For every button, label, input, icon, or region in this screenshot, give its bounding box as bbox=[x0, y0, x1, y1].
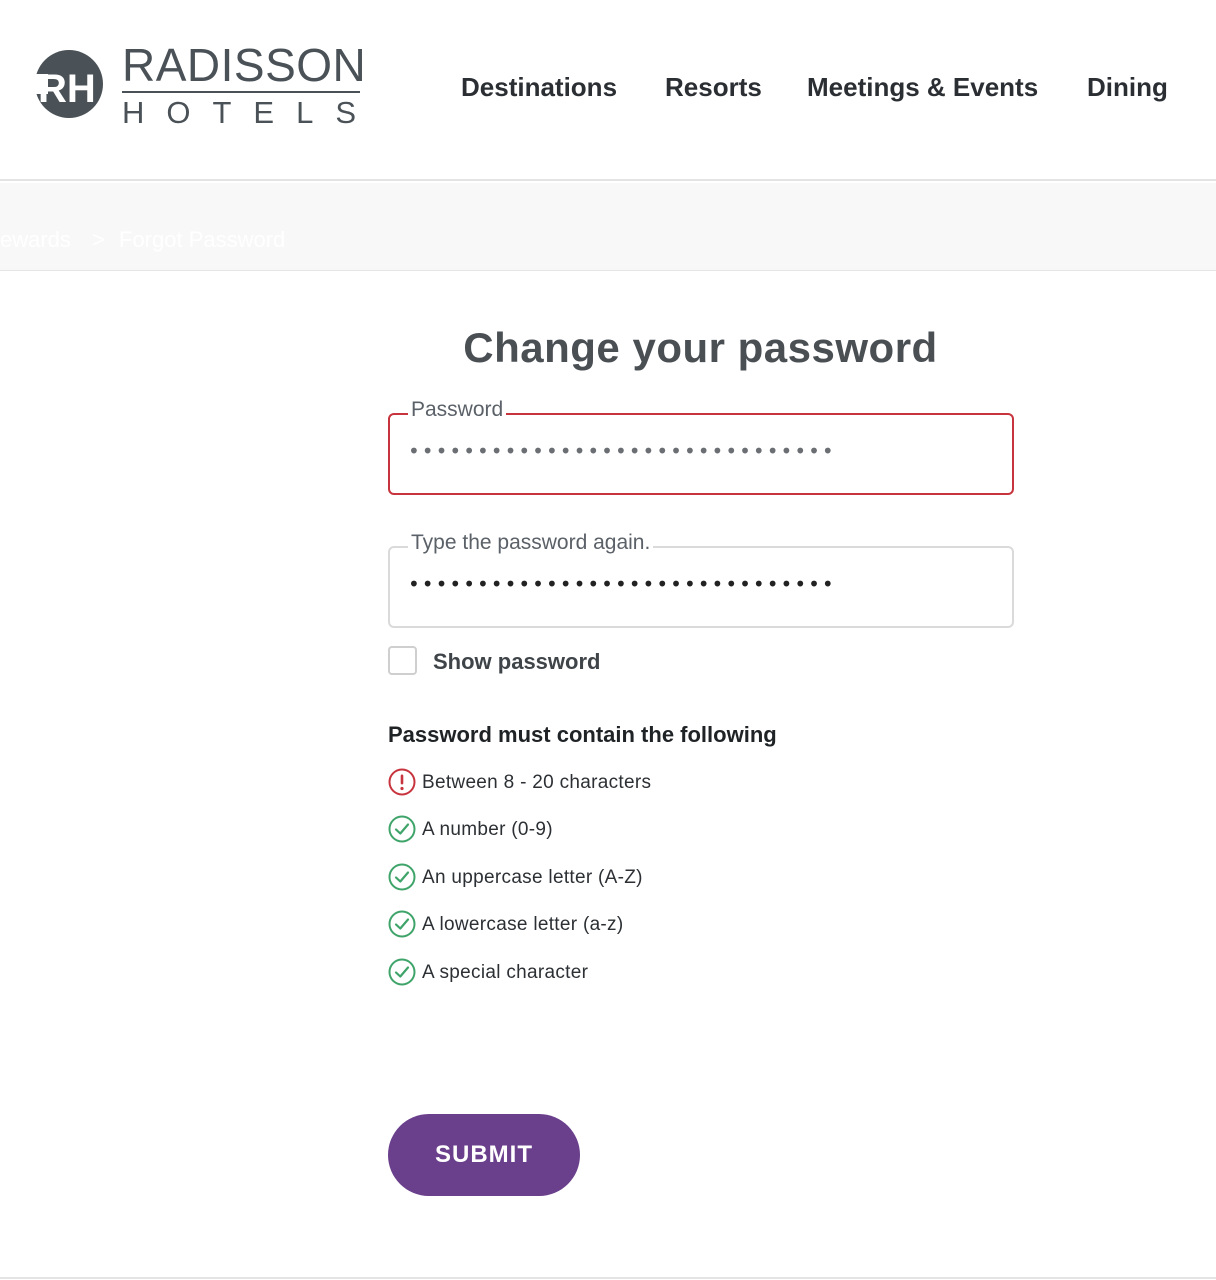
footer-divider bbox=[0, 1277, 1216, 1279]
confirm-password-field: Type the password again. bbox=[388, 531, 1014, 628]
confirm-password-label: Type the password again. bbox=[408, 531, 654, 555]
requirement-text: A lowercase letter (a-z) bbox=[422, 914, 624, 936]
requirement-text: A special character bbox=[422, 961, 589, 983]
show-password-checkbox[interactable] bbox=[388, 646, 417, 675]
requirements-list: Between 8 - 20 characters A number (0-9)… bbox=[388, 768, 888, 1005]
check-circle-icon bbox=[388, 863, 416, 891]
logo-subtitle: HOTELS bbox=[122, 95, 379, 130]
svg-text:RH: RH bbox=[38, 67, 96, 111]
requirement-text: A number (0-9) bbox=[422, 819, 553, 841]
page-title: Change your password bbox=[463, 324, 938, 371]
check-circle-icon bbox=[388, 958, 416, 986]
nav-resorts[interactable]: Resorts bbox=[665, 72, 762, 103]
submit-button[interactable]: SUBMIT bbox=[388, 1114, 580, 1196]
password-input[interactable] bbox=[408, 439, 968, 463]
requirements-title: Password must contain the following bbox=[388, 722, 777, 747]
exclamation-circle-icon bbox=[388, 768, 416, 796]
check-circle-icon bbox=[388, 815, 416, 843]
requirement-item: A special character bbox=[388, 958, 888, 1005]
breadcrumb: ewards > Forgot Password bbox=[0, 183, 1216, 271]
nav-meetings-events[interactable]: Meetings & Events bbox=[807, 72, 1038, 103]
rh-logo-icon: RH bbox=[34, 50, 103, 118]
requirement-item: An uppercase letter (A-Z) bbox=[388, 863, 888, 910]
requirement-item: A number (0-9) bbox=[388, 815, 888, 862]
breadcrumb-item-rewards[interactable]: ewards bbox=[0, 227, 71, 253]
nav-destinations[interactable]: Destinations bbox=[461, 72, 617, 103]
check-circle-icon bbox=[388, 910, 416, 938]
password-field: Password bbox=[388, 398, 1014, 495]
requirement-text: An uppercase letter (A-Z) bbox=[422, 866, 643, 888]
radisson-hotels-logo[interactable]: RH RADISSON HOTELS bbox=[34, 39, 379, 130]
logo-wordmark: RADISSON bbox=[122, 39, 367, 91]
site-header: RH RADISSON HOTELS Destinations Resorts … bbox=[0, 0, 1216, 181]
show-password-label[interactable]: Show password bbox=[433, 649, 600, 675]
logo-divider bbox=[122, 91, 360, 93]
requirement-item: Between 8 - 20 characters bbox=[388, 768, 888, 815]
requirement-text: Between 8 - 20 characters bbox=[422, 772, 652, 793]
requirement-item: A lowercase letter (a-z) bbox=[388, 910, 888, 957]
nav-dining[interactable]: Dining bbox=[1087, 72, 1168, 103]
confirm-password-input[interactable] bbox=[408, 572, 968, 596]
breadcrumb-item-forgot-password: Forgot Password bbox=[119, 227, 286, 252]
password-label: Password bbox=[408, 398, 507, 422]
breadcrumb-separator: > bbox=[92, 227, 105, 252]
